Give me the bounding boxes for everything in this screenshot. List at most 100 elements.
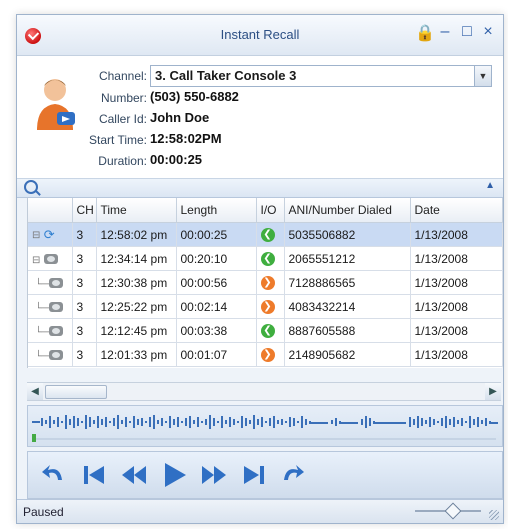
incoming-arrow-icon: ❮ — [260, 227, 275, 242]
number-cell: 4083432214 — [284, 294, 411, 319]
column-header-date[interactable]: Date — [410, 198, 503, 223]
date-cell: 1/13/2008 — [410, 246, 503, 271]
row-tree-cell: └─ — [28, 294, 73, 319]
channel-label: Channel: — [98, 69, 147, 83]
skip-to-start-icon[interactable] — [80, 460, 108, 490]
search-icon[interactable] — [24, 180, 38, 194]
incoming-arrow-icon: ❮ — [260, 251, 275, 266]
volume-slider-knob[interactable] — [444, 502, 462, 520]
table-row[interactable]: └─ 3 12:30:38 pm 00:00:56 ❯ 7128886565 1… — [28, 270, 503, 295]
scroll-left-icon[interactable]: ◀ — [27, 383, 43, 400]
channel-select[interactable]: 3. Call Taker Console 3 ▼ — [150, 65, 492, 87]
play-icon[interactable] — [160, 460, 188, 490]
minimize-button[interactable]: – — [435, 23, 455, 41]
transport-controls — [27, 451, 503, 499]
time-cell: 12:30:38 pm — [96, 270, 177, 295]
refresh-icon: ⟳ — [43, 226, 55, 242]
fast-rewind-icon[interactable] — [120, 460, 148, 490]
resize-grip-icon[interactable] — [489, 510, 499, 520]
lock-icon[interactable]: 🔒 — [415, 23, 435, 43]
close-button[interactable]: × — [478, 23, 498, 41]
row-tree-cell: ⊟ — [28, 246, 73, 271]
ch-cell: 3 — [72, 342, 97, 367]
io-cell: ❮ — [256, 222, 285, 247]
ch-cell: 3 — [72, 270, 97, 295]
column-header-number[interactable]: ANI/Number Dialed — [284, 198, 411, 223]
playback-position-marker[interactable] — [32, 434, 36, 442]
length-cell: 00:02:14 — [176, 294, 257, 319]
cassette-icon — [48, 350, 63, 361]
search-bar[interactable]: ▲ — [17, 179, 503, 198]
io-cell: ❯ — [256, 342, 285, 367]
column-header-ch[interactable]: CH — [72, 198, 97, 223]
time-cell: 12:34:14 pm — [96, 246, 177, 271]
ch-cell: 3 — [72, 318, 97, 343]
title-bar: Instant Recall 🔒 – □ × — [17, 15, 503, 56]
column-header-time[interactable]: Time — [96, 198, 177, 223]
column-header-io[interactable]: I/O — [256, 198, 285, 223]
table-row[interactable]: └─ 3 12:12:45 pm 00:03:38 ❮ 8887605588 1… — [28, 318, 503, 343]
column-header-length[interactable]: Length — [176, 198, 257, 223]
tree-expander-icon[interactable]: ⊟ — [32, 230, 40, 241]
tree-branch-icon: └─ — [32, 350, 49, 362]
table-row[interactable]: ⊟ 3 12:34:14 pm 00:20:10 ❮ 2065551212 1/… — [28, 246, 503, 271]
rewind-back-icon[interactable] — [40, 460, 68, 490]
date-cell: 1/13/2008 — [410, 222, 503, 247]
collapse-up-icon[interactable]: ▲ — [485, 180, 495, 191]
row-tree-cell: └─ — [28, 318, 73, 343]
status-text: Paused — [23, 505, 64, 519]
waveform-graph — [32, 415, 498, 429]
fast-forward-icon[interactable] — [200, 460, 228, 490]
skip-to-end-icon[interactable] — [240, 460, 268, 490]
scrollbar-thumb[interactable] — [45, 385, 107, 399]
scroll-right-icon[interactable]: ▶ — [485, 383, 501, 400]
tree-expander-icon[interactable]: ⊟ — [32, 255, 40, 266]
io-cell: ❮ — [256, 246, 285, 271]
time-cell: 12:58:02 pm — [96, 222, 177, 247]
io-cell: ❯ — [256, 294, 285, 319]
ch-cell: 3 — [72, 222, 97, 247]
time-cell: 12:25:22 pm — [96, 294, 177, 319]
table-header-row: CH Time Length I/O ANI/Number Dialed Dat… — [28, 198, 503, 223]
waveform-display[interactable] — [27, 405, 503, 447]
outgoing-arrow-icon: ❯ — [260, 275, 275, 290]
length-cell: 00:01:07 — [176, 342, 257, 367]
outgoing-arrow-icon: ❯ — [260, 299, 275, 314]
caller-id-label: Caller Id: — [98, 112, 147, 126]
date-cell: 1/13/2008 — [410, 342, 503, 367]
column-header-tree[interactable] — [28, 198, 73, 223]
chevron-down-icon[interactable]: ▼ — [474, 66, 491, 86]
number-cell: 2148905682 — [284, 342, 411, 367]
tree-branch-icon: └─ — [32, 278, 49, 290]
start-time-value: 12:58:02PM — [150, 131, 222, 146]
playback-track[interactable] — [32, 438, 496, 440]
status-bar: Paused — [17, 499, 503, 523]
repeat-icon[interactable] — [278, 460, 306, 490]
table-row[interactable]: └─ 3 12:25:22 pm 00:02:14 ❯ 4083432214 1… — [28, 294, 503, 319]
time-cell: 12:01:33 pm — [96, 342, 177, 367]
date-cell: 1/13/2008 — [410, 318, 503, 343]
duration-value: 00:00:25 — [150, 152, 203, 167]
io-cell: ❮ — [256, 318, 285, 343]
outgoing-arrow-icon: ❯ — [260, 347, 275, 362]
cassette-icon — [48, 278, 63, 289]
maximize-button[interactable]: □ — [457, 23, 477, 41]
tree-branch-icon: └─ — [32, 302, 49, 314]
length-cell: 00:00:25 — [176, 222, 257, 247]
horizontal-scrollbar[interactable]: ◀ ▶ — [27, 382, 501, 401]
io-cell: ❯ — [256, 270, 285, 295]
length-cell: 00:20:10 — [176, 246, 257, 271]
start-time-label: Start Time: — [88, 133, 147, 147]
number-cell: 5035506882 — [284, 222, 411, 247]
duration-label: Duration: — [98, 154, 147, 168]
table-row[interactable]: └─ 3 12:01:33 pm 00:01:07 ❯ 2148905682 1… — [28, 342, 503, 367]
row-tree-cell: ⊟ ⟳ — [28, 222, 73, 247]
cassette-icon — [48, 326, 63, 337]
channel-value: 3. Call Taker Console 3 — [155, 68, 297, 83]
length-cell: 00:03:38 — [176, 318, 257, 343]
table-row[interactable]: ⊟ ⟳ 3 12:58:02 pm 00:00:25 ❮ 5035506882 … — [28, 222, 503, 247]
number-cell: 7128886565 — [284, 270, 411, 295]
number-value: (503) 550-6882 — [150, 89, 239, 104]
length-cell: 00:00:56 — [176, 270, 257, 295]
tree-branch-icon: └─ — [32, 326, 49, 338]
